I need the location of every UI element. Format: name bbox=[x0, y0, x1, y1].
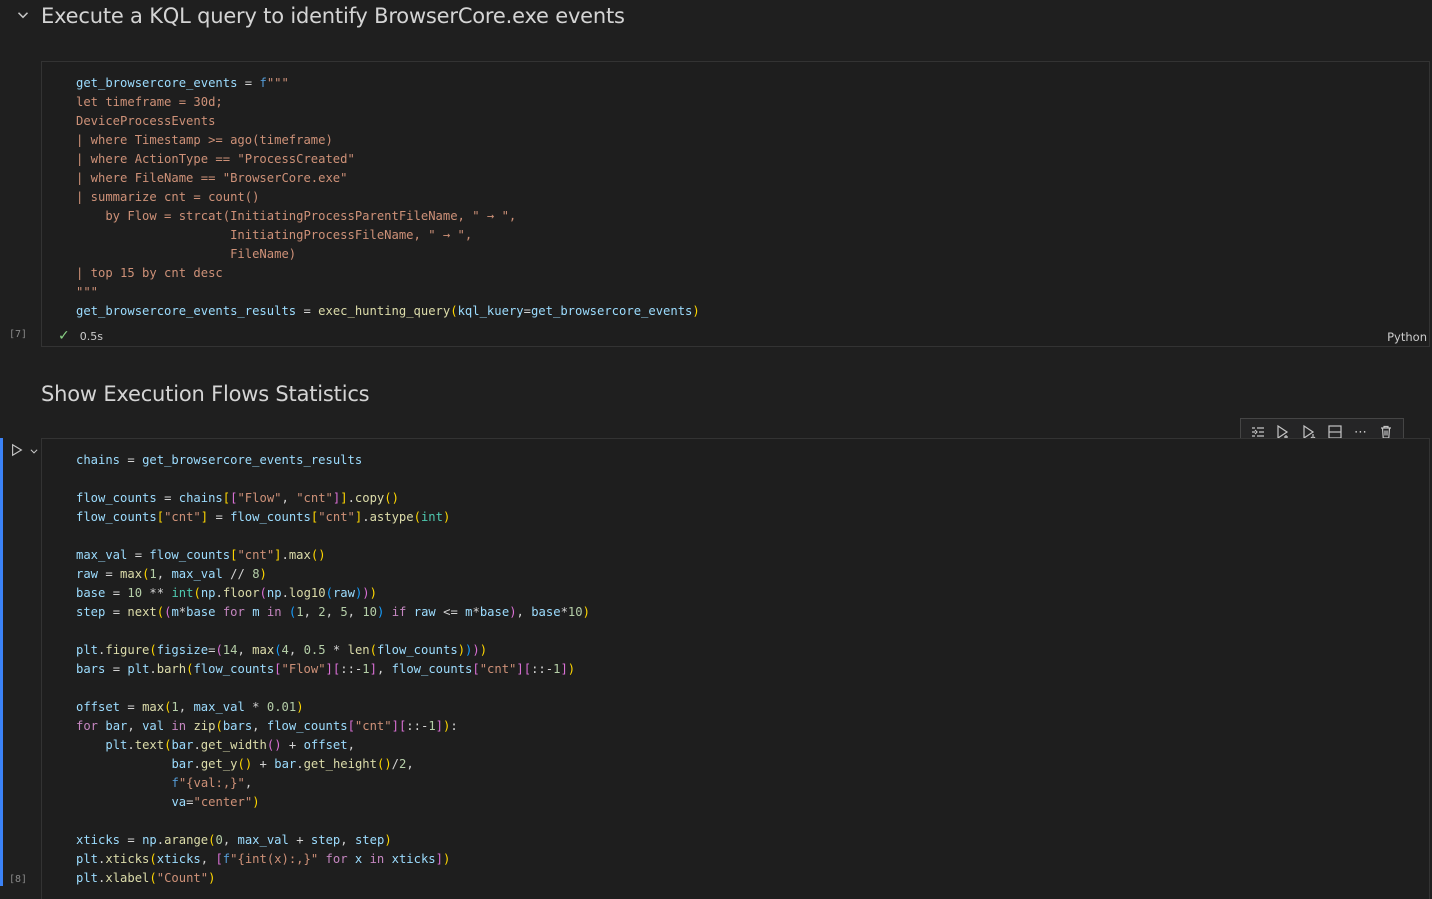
markdown-cell-kql-heading[interactable]: Execute a KQL query to identify BrowserC… bbox=[0, 0, 1432, 40]
cell-language-picker[interactable]: Python bbox=[1387, 330, 1427, 344]
code-line[interactable]: get_browsercore_events_results = exec_hu… bbox=[76, 302, 700, 321]
code-line[interactable] bbox=[76, 622, 590, 641]
markdown-cell-flows-heading[interactable]: Show Execution Flows Statistics bbox=[0, 378, 1432, 418]
code-line[interactable]: | summarize cnt = count() bbox=[76, 188, 700, 207]
code-editor[interactable]: get_browsercore_events = f""" let timefra… bbox=[76, 74, 700, 321]
cell-status: ✓ 0.5s bbox=[58, 328, 103, 344]
code-line[interactable]: flow_counts["cnt"] = flow_counts["cnt"].… bbox=[76, 508, 590, 527]
code-line[interactable]: xticks = np.arange(0, max_val + step, st… bbox=[76, 831, 590, 850]
code-line[interactable] bbox=[76, 470, 590, 489]
code-line[interactable]: max_val = flow_counts["cnt"].max() bbox=[76, 546, 590, 565]
code-line[interactable]: plt.text(bar.get_width() + offset, bbox=[76, 736, 590, 755]
chevron-down-icon[interactable] bbox=[14, 6, 32, 24]
code-line[interactable]: plt.xticks(xticks, [f"{int(x):,}" for x … bbox=[76, 850, 590, 869]
code-line[interactable]: get_browsercore_events = f""" bbox=[76, 74, 700, 93]
code-line[interactable]: """ bbox=[76, 283, 700, 302]
code-editor[interactable]: chains = get_browsercore_events_results … bbox=[76, 451, 590, 888]
code-line[interactable]: va="center") bbox=[76, 793, 590, 812]
code-line[interactable] bbox=[76, 679, 590, 698]
code-line[interactable]: bars = plt.barh(flow_counts["Flow"][::-1… bbox=[76, 660, 590, 679]
code-cell-kql-query[interactable]: get_browsercore_events = f""" let timefra… bbox=[41, 61, 1430, 347]
code-line[interactable]: by Flow = strcat(InitiatingProcessParent… bbox=[76, 207, 700, 226]
code-line[interactable]: DeviceProcessEvents bbox=[76, 112, 700, 131]
execution-count: [7] bbox=[8, 329, 28, 340]
code-cell-flow-statistics[interactable]: chains = get_browsercore_events_results … bbox=[41, 438, 1430, 899]
chevron-down-icon[interactable] bbox=[29, 446, 39, 456]
execution-count: [8] bbox=[8, 874, 28, 885]
code-line[interactable]: | where Timestamp >= ago(timeframe) bbox=[76, 131, 700, 150]
code-line[interactable]: flow_counts = chains[["Flow", "cnt"]].co… bbox=[76, 489, 590, 508]
run-cell-icon[interactable] bbox=[10, 443, 24, 457]
code-line[interactable]: | top 15 by cnt desc bbox=[76, 264, 700, 283]
code-line[interactable]: offset = max(1, max_val * 0.01) bbox=[76, 698, 590, 717]
code-line[interactable]: let timeframe = 30d; bbox=[76, 93, 700, 112]
code-line[interactable]: base = 10 ** int(np.floor(np.log10(raw))… bbox=[76, 584, 590, 603]
code-line[interactable]: f"{val:,}", bbox=[76, 774, 590, 793]
code-line[interactable]: FileName) bbox=[76, 245, 700, 264]
code-line[interactable]: | where ActionType == "ProcessCreated" bbox=[76, 150, 700, 169]
cell-heading: Show Execution Flows Statistics bbox=[41, 382, 370, 406]
code-line[interactable]: plt.figure(figsize=(14, max(4, 0.5 * len… bbox=[76, 641, 590, 660]
code-line[interactable] bbox=[76, 527, 590, 546]
code-line[interactable]: InitiatingProcessFileName, " → ", bbox=[76, 226, 700, 245]
code-line[interactable]: raw = max(1, max_val // 8) bbox=[76, 565, 590, 584]
code-line[interactable]: chains = get_browsercore_events_results bbox=[76, 451, 590, 470]
code-line[interactable]: for bar, val in zip(bars, flow_counts["c… bbox=[76, 717, 590, 736]
execution-duration: 0.5s bbox=[79, 329, 103, 343]
check-icon: ✓ bbox=[58, 328, 70, 344]
cell-focus-indicator bbox=[0, 438, 3, 886]
code-line[interactable]: | where FileName == "BrowserCore.exe" bbox=[76, 169, 700, 188]
code-line[interactable]: step = next((m*base for m in (1, 2, 5, 1… bbox=[76, 603, 590, 622]
cell-heading: Execute a KQL query to identify BrowserC… bbox=[41, 4, 625, 28]
code-line[interactable]: plt.xlabel("Count") bbox=[76, 869, 590, 888]
code-line[interactable] bbox=[76, 812, 590, 831]
code-line[interactable]: bar.get_y() + bar.get_height()/2, bbox=[76, 755, 590, 774]
